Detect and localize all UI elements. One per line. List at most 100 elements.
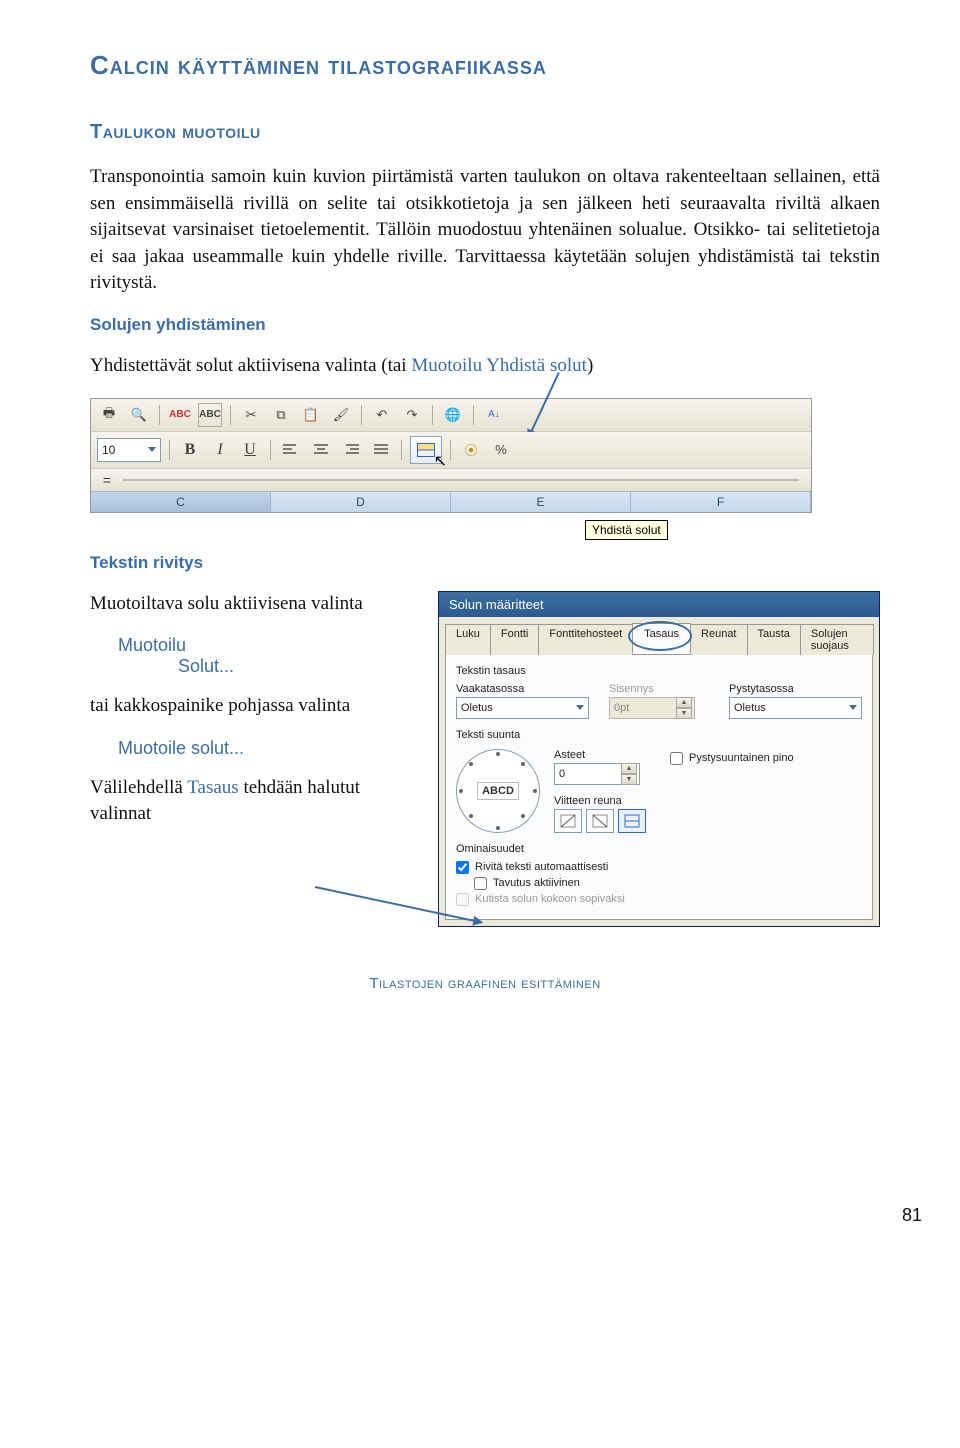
vertical-stack-checkbox[interactable]: Pystysuuntainen pino bbox=[670, 752, 794, 765]
text: ) bbox=[587, 355, 593, 376]
shrink-to-fit-checkbox: Kutista solun kokoon sopivaksi bbox=[456, 893, 862, 906]
abcd-preview: ABCD bbox=[477, 782, 519, 800]
currency-icon[interactable]: ⦿ bbox=[459, 438, 483, 462]
column-header[interactable]: E bbox=[451, 492, 631, 512]
wrap-text-checkbox[interactable]: Rivitä teksti automaattisesti bbox=[456, 861, 862, 874]
equals-label: = bbox=[97, 472, 117, 488]
page-title: Calcin käyttäminen tilastografiikassa bbox=[90, 50, 880, 81]
group-label: Teksti suunta bbox=[456, 729, 862, 741]
undo-icon[interactable]: ↶ bbox=[370, 403, 394, 427]
formula-bar: = bbox=[91, 468, 811, 491]
tab-tasaus[interactable]: Tasaus bbox=[632, 623, 691, 654]
align-right-icon[interactable] bbox=[339, 438, 363, 462]
redo-icon[interactable]: ↷ bbox=[400, 403, 424, 427]
checkbox-label: Rivitä teksti automaattisesti bbox=[475, 861, 608, 873]
sort-asc-icon[interactable]: A↓ bbox=[482, 403, 506, 427]
print-preview-icon[interactable]: 🔍 bbox=[127, 403, 151, 427]
page-number: 81 bbox=[902, 1205, 922, 1226]
align-center-icon[interactable] bbox=[309, 438, 333, 462]
menu-reference: Muotoile solut... bbox=[118, 738, 420, 759]
tooltip: Yhdistä solut bbox=[585, 520, 668, 540]
select-value: Oletus bbox=[734, 702, 766, 714]
rotation-dial[interactable]: ABCD bbox=[456, 749, 540, 833]
up-icon[interactable]: ▲ bbox=[621, 763, 637, 774]
down-icon[interactable]: ▼ bbox=[621, 774, 637, 785]
body-paragraph: Välilehdellä Tasaus tehdään halutut vali… bbox=[90, 775, 420, 828]
tab-luku[interactable]: Luku bbox=[445, 624, 491, 655]
group-label: Tekstin tasaus bbox=[456, 665, 862, 677]
cut-icon[interactable]: ✂ bbox=[239, 403, 263, 427]
section-heading: Taulukon muotoilu bbox=[90, 121, 880, 144]
stepper-value: 0pt bbox=[614, 702, 629, 714]
percent-icon[interactable]: % bbox=[489, 438, 513, 462]
page-footer: Tilastojen graafinen esittäminen bbox=[90, 975, 880, 992]
dropdown-arrow-icon bbox=[849, 705, 857, 710]
degrees-stepper[interactable]: 0 ▲▼ bbox=[554, 763, 640, 785]
field-label: Vaakatasossa bbox=[456, 683, 589, 695]
checkbox-label: Pystysuuntainen pino bbox=[689, 752, 794, 764]
vertical-align-select[interactable]: Oletus bbox=[729, 697, 862, 719]
subheading-merge: Solujen yhdistäminen bbox=[90, 315, 880, 335]
body-paragraph: Yhdistettävät solut aktiivisena valinta … bbox=[90, 353, 880, 380]
tab-tausta[interactable]: Tausta bbox=[747, 624, 801, 655]
select-value: Oletus bbox=[461, 702, 493, 714]
tab-reunat[interactable]: Reunat bbox=[690, 624, 747, 655]
tab-fontti[interactable]: Fontti bbox=[490, 624, 540, 655]
menu-reference: Muotoilu bbox=[118, 635, 420, 656]
format-paintbrush-icon[interactable]: 🖌 bbox=[329, 403, 353, 427]
calc-toolbar-screenshot: 🖶 🔍 ABC ABC ✂ ⧉ 📋 🖌 ↶ ↷ 🌐 A↓ bbox=[90, 398, 812, 513]
menu-reference: Muotoilu Yhdistä solut bbox=[411, 355, 587, 376]
column-header[interactable]: C bbox=[91, 492, 271, 512]
horizontal-align-select[interactable]: Oletus bbox=[456, 697, 589, 719]
cursor-icon: ↖ bbox=[434, 451, 447, 471]
align-justify-icon[interactable] bbox=[369, 438, 393, 462]
subheading-wrap: Tekstin rivitys bbox=[90, 553, 880, 573]
underline-button[interactable]: U bbox=[238, 438, 262, 462]
hyphenation-checkbox[interactable]: Tavutus aktiivinen bbox=[474, 877, 862, 890]
stepper-value: 0 bbox=[559, 768, 565, 780]
checkbox-label: Tavutus aktiivinen bbox=[493, 877, 580, 889]
tab-solujen-suojaus[interactable]: Solujen suojaus bbox=[800, 624, 874, 655]
body-paragraph: Transponointia samoin kuin kuvion piirtä… bbox=[90, 164, 880, 297]
autospell-icon[interactable]: ABC bbox=[198, 403, 222, 427]
edge-option[interactable] bbox=[554, 809, 582, 833]
dropdown-arrow-icon bbox=[148, 447, 156, 452]
hyperlink-icon[interactable]: 🌐 bbox=[441, 403, 465, 427]
text: Yhdistettävät solut aktiivisena valinta … bbox=[90, 355, 411, 376]
spellcheck-icon[interactable]: ABC bbox=[168, 403, 192, 427]
tab-label: Tasaus bbox=[644, 628, 679, 640]
menu-reference: Solut... bbox=[178, 656, 420, 677]
checkbox-input[interactable] bbox=[456, 861, 469, 874]
merge-cells-button[interactable]: ↖ bbox=[410, 436, 442, 464]
tab-fonttitehosteet[interactable]: Fonttitehosteet bbox=[538, 624, 633, 655]
checkbox-input bbox=[456, 893, 469, 906]
body-paragraph: Muotoiltava solu aktiivisena valinta bbox=[90, 591, 420, 618]
checkbox-input[interactable] bbox=[474, 877, 487, 890]
edge-option[interactable] bbox=[618, 809, 646, 833]
field-label: Sisennys bbox=[609, 683, 709, 695]
column-headers: C D E F bbox=[91, 491, 811, 512]
print-icon[interactable]: 🖶 bbox=[97, 403, 121, 427]
field-label: Viitteen reuna bbox=[554, 795, 862, 807]
font-size-input[interactable]: 10 bbox=[97, 438, 161, 462]
body-paragraph: tai kakkospainike pohjassa valinta bbox=[90, 693, 420, 720]
align-left-icon[interactable] bbox=[279, 438, 303, 462]
italic-button[interactable]: I bbox=[208, 438, 232, 462]
edge-option[interactable] bbox=[586, 809, 614, 833]
dropdown-arrow-icon bbox=[576, 705, 584, 710]
dialog-body: Tekstin tasaus Vaakatasossa Oletus Sisen… bbox=[445, 654, 873, 920]
copy-icon[interactable]: ⧉ bbox=[269, 403, 293, 427]
cell-attributes-dialog: Solun määritteet Luku Fontti Fonttitehos… bbox=[438, 591, 880, 927]
checkbox-label: Kutista solun kokoon sopivaksi bbox=[475, 893, 625, 905]
tab-bar: Luku Fontti Fonttitehosteet Tasaus Reuna… bbox=[439, 617, 879, 654]
tab-reference: Tasaus bbox=[187, 777, 238, 798]
paste-icon[interactable]: 📋 bbox=[299, 403, 323, 427]
reference-edge-buttons bbox=[554, 809, 862, 833]
group-label: Ominaisuudet bbox=[456, 843, 862, 855]
standard-toolbar: 🖶 🔍 ABC ABC ✂ ⧉ 📋 🖌 ↶ ↷ 🌐 A↓ bbox=[91, 399, 811, 432]
checkbox-input[interactable] bbox=[670, 752, 683, 765]
bold-button[interactable]: B bbox=[178, 438, 202, 462]
column-header[interactable]: F bbox=[631, 492, 811, 512]
column-header[interactable]: D bbox=[271, 492, 451, 512]
formatting-toolbar: 10 B I U bbox=[91, 432, 811, 468]
